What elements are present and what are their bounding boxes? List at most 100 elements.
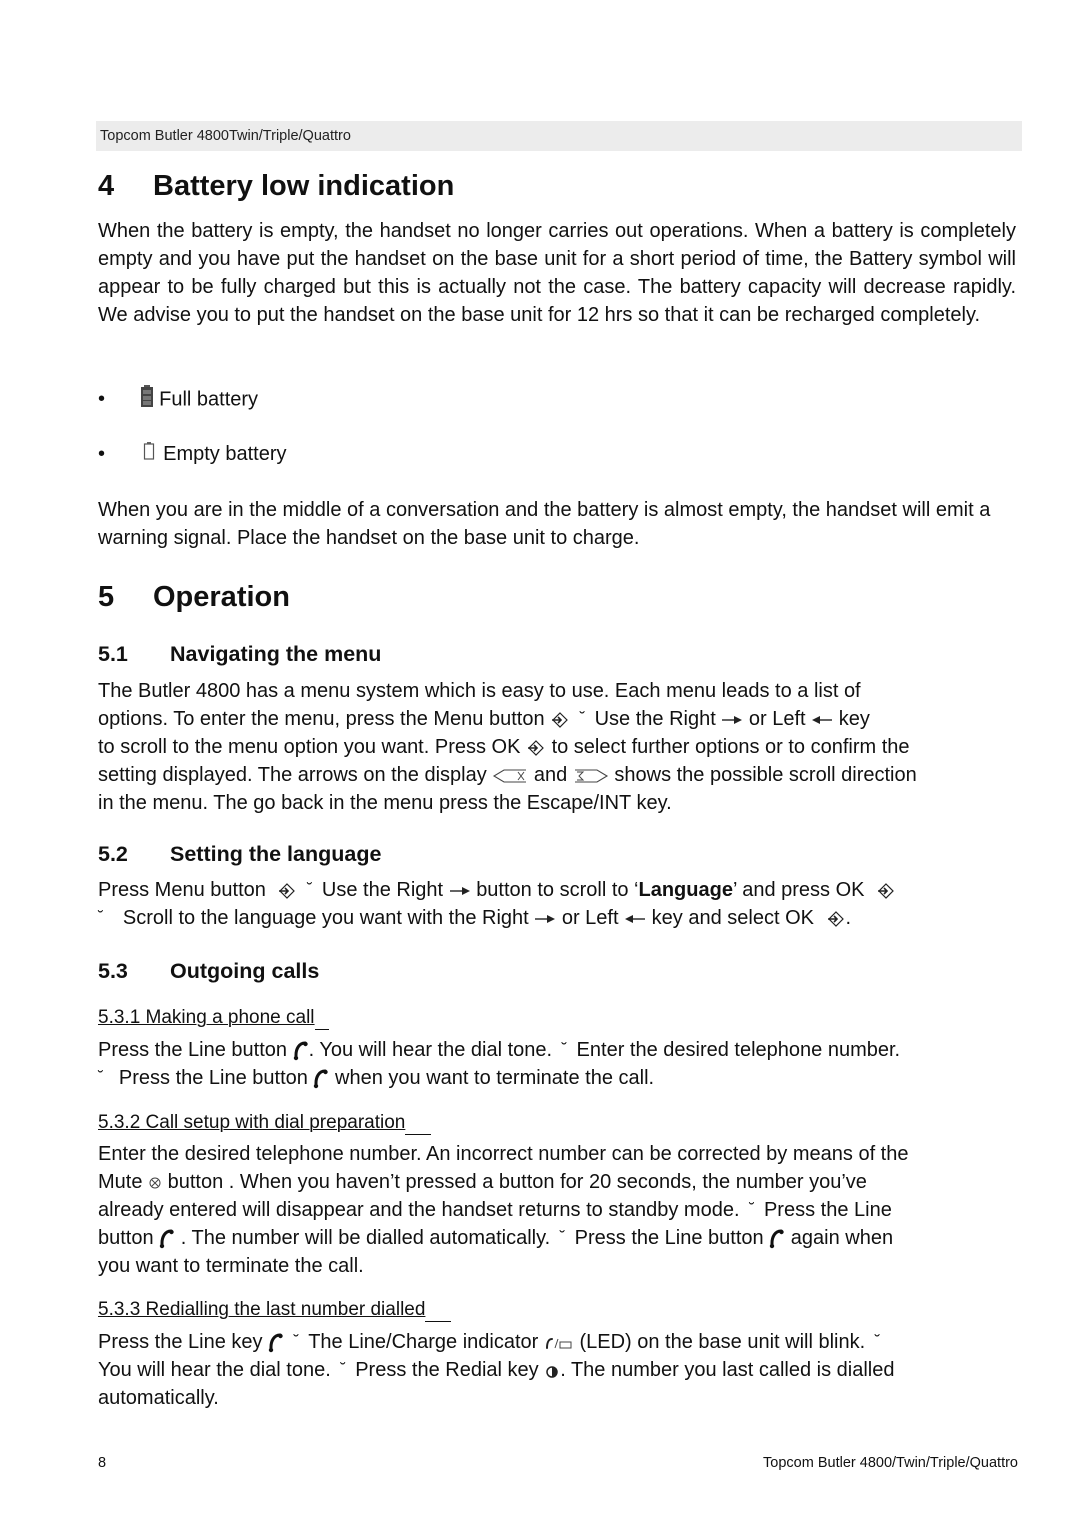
step-marker: ˘ xyxy=(559,1229,566,1246)
display-left-arrow-icon xyxy=(493,769,527,783)
menu-ok-icon xyxy=(876,881,896,901)
bullet-label: Empty battery xyxy=(163,443,287,465)
step-marker: ˘ xyxy=(293,1333,299,1350)
subsection-title: 5.3.3 Redialling the last number dialled xyxy=(98,1299,426,1320)
text-line: already entered will disappear and the h… xyxy=(98,1196,1016,1224)
text: to scroll to the menu option you want. P… xyxy=(98,736,521,758)
text: . xyxy=(845,907,852,929)
text: Press the Line xyxy=(763,1199,892,1221)
section-title: Battery low indication xyxy=(153,170,455,202)
text-line: You will hear the dial tone. ˘ Press the… xyxy=(98,1356,1016,1384)
line-phone-icon xyxy=(293,1041,309,1061)
text-line: Press the Line button . You will hear th… xyxy=(98,1036,1016,1064)
text-line: ˘ Scroll to the language you want with t… xyxy=(98,904,1016,932)
text: . The number will be dialled automatical… xyxy=(180,1227,551,1249)
text-line: options. To enter the menu, press the Me… xyxy=(98,705,1016,733)
section-5-1-heading: 5.1 Navigating the menu xyxy=(98,642,381,667)
step-marker: ˘ xyxy=(874,1333,881,1350)
step-marker: ˘ xyxy=(98,909,104,926)
subsection-title: 5.3.2 Call setup with dial preparation xyxy=(98,1112,406,1133)
text: ’ and press OK xyxy=(732,879,865,901)
line-charge-indicator-icon xyxy=(545,1337,572,1349)
text: The Line/Charge indicator xyxy=(308,1331,539,1353)
text: or Left xyxy=(561,907,619,929)
text: button to scroll to ‘ xyxy=(476,879,639,901)
list-item: • Empty battery xyxy=(98,440,287,469)
text: You will hear the dial tone. xyxy=(98,1359,331,1381)
battery-empty-icon xyxy=(143,441,155,469)
text: Press the Line button xyxy=(118,1067,308,1089)
section-title: Operation xyxy=(153,581,290,613)
step-marker: ˘ xyxy=(307,881,313,898)
page-number: 8 xyxy=(98,1455,107,1471)
section-number: 5.1 xyxy=(98,642,128,666)
section-4-heading: 4 Battery low indication xyxy=(98,170,454,203)
text: Press the Line key xyxy=(98,1331,263,1353)
mute-icon xyxy=(149,1177,161,1189)
battery-full-icon xyxy=(140,384,154,416)
text: Press the Line button xyxy=(574,1227,764,1249)
text-line: Press the Line key ˘ The Line/Charge ind… xyxy=(98,1328,1016,1356)
step-marker: ˘ xyxy=(579,710,586,727)
text: setting displayed. The arrows on the dis… xyxy=(98,764,487,786)
text-line: to scroll to the menu option you want. P… xyxy=(98,733,1016,761)
warning-paragraph: When you are in the middle of a conversa… xyxy=(98,499,991,549)
text: button xyxy=(98,1227,154,1249)
text-line: ˘ Press the Line button when you want to… xyxy=(98,1064,1016,1092)
bullet: • xyxy=(98,443,106,465)
left-arrow-icon xyxy=(624,913,646,925)
section-5-heading: 5 Operation xyxy=(98,581,290,614)
left-arrow-icon xyxy=(811,714,833,726)
text: options. To enter the menu, press the Me… xyxy=(98,708,545,730)
step-marker: ˘ xyxy=(561,1041,567,1058)
line-phone-icon xyxy=(159,1229,175,1249)
text: Scroll to the language you want with the… xyxy=(122,907,529,929)
subsection-5-3-2-heading: 5.3.2 Call setup with dial preparation xyxy=(98,1112,432,1135)
text: to select further options or to confirm … xyxy=(551,736,910,758)
text: (LED) on the base unit will blink. xyxy=(579,1331,866,1353)
text-line: automatically. xyxy=(98,1387,219,1409)
text: Mute xyxy=(98,1171,143,1193)
text-line: Press Menu button ˘ Use the Right button… xyxy=(98,876,1016,904)
menu-ok-icon xyxy=(526,738,546,758)
dial-preparation-paragraph: Enter the desired telephone number. An i… xyxy=(98,1140,1016,1280)
text: Press the Line button xyxy=(98,1039,288,1061)
text-line: setting displayed. The arrows on the dis… xyxy=(98,761,1016,789)
setting-language-paragraph: Press Menu button ˘ Use the Right button… xyxy=(98,876,1016,932)
line-phone-icon xyxy=(268,1333,284,1353)
text: Press the Redial key xyxy=(355,1359,539,1381)
text: Use the Right xyxy=(594,708,716,730)
list-item: • Full battery xyxy=(98,384,258,416)
section-number: 5.2 xyxy=(98,842,128,866)
line-phone-icon xyxy=(313,1069,329,1089)
text: when you want to terminate the call. xyxy=(335,1067,655,1089)
text: button . When you haven’t pressed a butt… xyxy=(167,1171,867,1193)
text-line: Enter the desired telephone number. An i… xyxy=(98,1143,909,1165)
text: again when xyxy=(790,1227,894,1249)
text: or Left xyxy=(748,708,806,730)
line-phone-icon xyxy=(769,1229,785,1249)
subsection-title: 5.3.1 Making a phone call xyxy=(98,1007,315,1028)
redial-icon xyxy=(546,1365,558,1378)
making-call-paragraph: Press the Line button . You will hear th… xyxy=(98,1036,1016,1092)
right-arrow-icon xyxy=(721,714,743,726)
text: Use the Right xyxy=(321,879,444,901)
text-line: Mute button . When you haven’t pressed a… xyxy=(98,1168,1016,1196)
running-header: Topcom Butler 4800Twin/Triple/Quattro xyxy=(96,121,1022,151)
redialling-paragraph: Press the Line key ˘ The Line/Charge ind… xyxy=(98,1328,1016,1412)
bullet: • xyxy=(98,388,106,411)
display-right-arrow-icon xyxy=(574,769,608,783)
keyword-language: Language xyxy=(638,879,733,901)
section-5-2-heading: 5.2 Setting the language xyxy=(98,842,381,867)
text-line: in the menu. The go back in the menu pre… xyxy=(98,792,672,814)
text: Enter the desired telephone number. xyxy=(576,1039,901,1061)
section-5-3-heading: 5.3 Outgoing calls xyxy=(98,959,319,984)
right-arrow-icon xyxy=(449,885,471,897)
subsection-5-3-1-heading: 5.3.1 Making a phone call xyxy=(98,1007,329,1030)
text: . The number you last called is dialled xyxy=(560,1359,895,1381)
section-title: Navigating the menu xyxy=(170,642,382,666)
right-arrow-icon xyxy=(534,913,556,925)
navigating-menu-paragraph: The Butler 4800 has a menu system which … xyxy=(98,677,1016,817)
text-line: you want to terminate the call. xyxy=(98,1255,364,1277)
menu-ok-icon xyxy=(277,881,297,901)
